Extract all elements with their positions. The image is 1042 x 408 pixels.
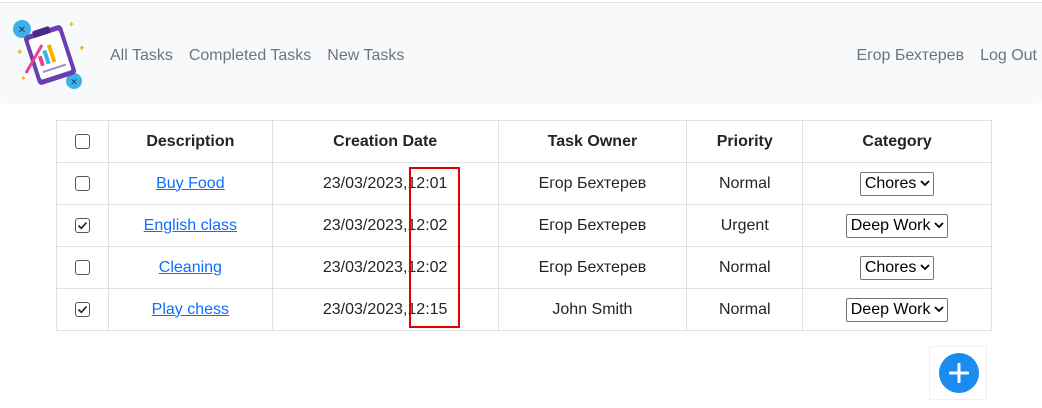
creation-date: 23/03/2023, <box>322 216 408 234</box>
creation-time: 12:02 <box>407 216 448 234</box>
task-complete-checkbox[interactable] <box>74 259 90 275</box>
priority-cell: Normal <box>686 288 804 331</box>
nav-new-tasks[interactable]: New Tasks <box>327 45 404 67</box>
plus-icon <box>949 363 969 383</box>
priority-cell: Urgent <box>686 204 804 247</box>
app-logo[interactable]: ✕ ✕ ✦ ✦ ✦ ✦ <box>8 15 90 93</box>
user-nav: Егор Бехтерев Log Out <box>856 45 1037 67</box>
category-select[interactable]: Chores <box>859 255 935 280</box>
navbar: ✕ ✕ ✦ ✦ ✦ ✦ All Tasks Completed Tasks Ne… <box>0 2 1042 104</box>
header-task-owner[interactable]: Task Owner <box>497 120 688 163</box>
row-select-cell <box>56 246 109 289</box>
category-value: Deep Work <box>850 216 931 234</box>
add-task-button[interactable] <box>939 353 979 393</box>
task-link[interactable]: Buy Food <box>156 175 224 192</box>
main-nav: All Tasks Completed Tasks New Tasks <box>110 45 404 67</box>
category-select[interactable]: Deep Work <box>845 213 949 238</box>
logout-link[interactable]: Log Out <box>980 45 1037 67</box>
creation-date-cell: 23/03/2023,12:15 <box>271 288 499 331</box>
priority-cell: Normal <box>686 162 804 205</box>
chevron-down-icon <box>920 180 931 187</box>
creation-date: 23/03/2023, <box>322 300 408 318</box>
svg-text:✦: ✦ <box>78 44 86 54</box>
svg-text:✕: ✕ <box>70 78 78 88</box>
svg-text:✦: ✦ <box>16 48 24 58</box>
user-profile-link[interactable]: Егор Бехтерев <box>856 45 964 67</box>
row-select-cell <box>56 288 109 331</box>
table-row: Cleaning 23/03/2023,12:02 Егор Бехтерев Nor… <box>56 246 992 289</box>
table-row: English class 23/03/2023,12:02 Егор Бехтер… <box>56 204 992 247</box>
priority-cell: Normal <box>686 246 804 289</box>
creation-date: 23/03/2023, <box>322 258 408 276</box>
creation-time: 12:01 <box>407 174 448 192</box>
header-category[interactable]: Category <box>802 120 992 163</box>
category-value: Chores <box>864 174 917 192</box>
svg-text:✦: ✦ <box>20 74 27 83</box>
description-cell: Buy Food <box>107 162 273 205</box>
creation-date: 23/03/2023, <box>322 174 408 192</box>
description-cell: Play chess <box>107 288 273 331</box>
svg-text:✕: ✕ <box>18 25 26 36</box>
header-creation-date[interactable]: Creation Date <box>271 120 499 163</box>
task-link[interactable]: Cleaning <box>159 259 222 276</box>
svg-text:✦: ✦ <box>68 20 75 29</box>
row-select-cell <box>56 162 109 205</box>
table-row: Buy Food 23/03/2023,12:01 Егор Бехтерев Nor… <box>56 162 992 205</box>
task-owner-cell: Егор Бехтерев <box>497 162 688 205</box>
task-owner-cell: John Smith <box>497 288 688 331</box>
category-select[interactable]: Deep Work <box>845 297 949 322</box>
task-link[interactable]: Play chess <box>152 301 229 318</box>
category-value: Deep Work <box>850 300 931 318</box>
table-row: Play chess 23/03/2023,12:15 John Smith Norm… <box>56 288 992 331</box>
chevron-down-icon <box>920 264 931 271</box>
table-header-row: Description Creation Date Task Owner Pri… <box>56 120 992 163</box>
category-cell: Chores <box>802 162 992 205</box>
header-description[interactable]: Description <box>107 120 273 163</box>
creation-date-cell: 23/03/2023,12:02 <box>271 246 499 289</box>
task-complete-checkbox[interactable] <box>74 301 90 317</box>
add-task-area <box>929 346 987 400</box>
task-owner-cell: Егор Бехтерев <box>497 204 688 247</box>
task-complete-checkbox[interactable] <box>74 217 90 233</box>
category-cell: Chores <box>802 246 992 289</box>
task-complete-checkbox[interactable] <box>74 175 90 191</box>
category-value: Chores <box>864 258 917 276</box>
creation-date-cell: 23/03/2023,12:01 <box>271 162 499 205</box>
creation-time: 12:15 <box>407 300 448 318</box>
nav-all-tasks[interactable]: All Tasks <box>110 45 173 67</box>
creation-date-cell: 23/03/2023,12:02 <box>271 204 499 247</box>
row-select-cell <box>56 204 109 247</box>
chevron-down-icon <box>934 222 945 229</box>
nav-completed-tasks[interactable]: Completed Tasks <box>189 45 311 67</box>
description-cell: English class <box>107 204 273 247</box>
category-cell: Deep Work <box>802 204 992 247</box>
category-cell: Deep Work <box>802 288 992 331</box>
chevron-down-icon <box>934 306 945 313</box>
category-select[interactable]: Chores <box>859 171 935 196</box>
description-cell: Cleaning <box>107 246 273 289</box>
header-priority[interactable]: Priority <box>686 120 804 163</box>
task-link[interactable]: English class <box>144 217 237 234</box>
task-owner-cell: Егор Бехтерев <box>497 246 688 289</box>
select-all-checkbox[interactable] <box>74 133 90 149</box>
tasks-table: Description Creation Date Task Owner Pri… <box>56 120 992 331</box>
creation-time: 12:02 <box>407 258 448 276</box>
select-all-cell <box>56 120 109 163</box>
